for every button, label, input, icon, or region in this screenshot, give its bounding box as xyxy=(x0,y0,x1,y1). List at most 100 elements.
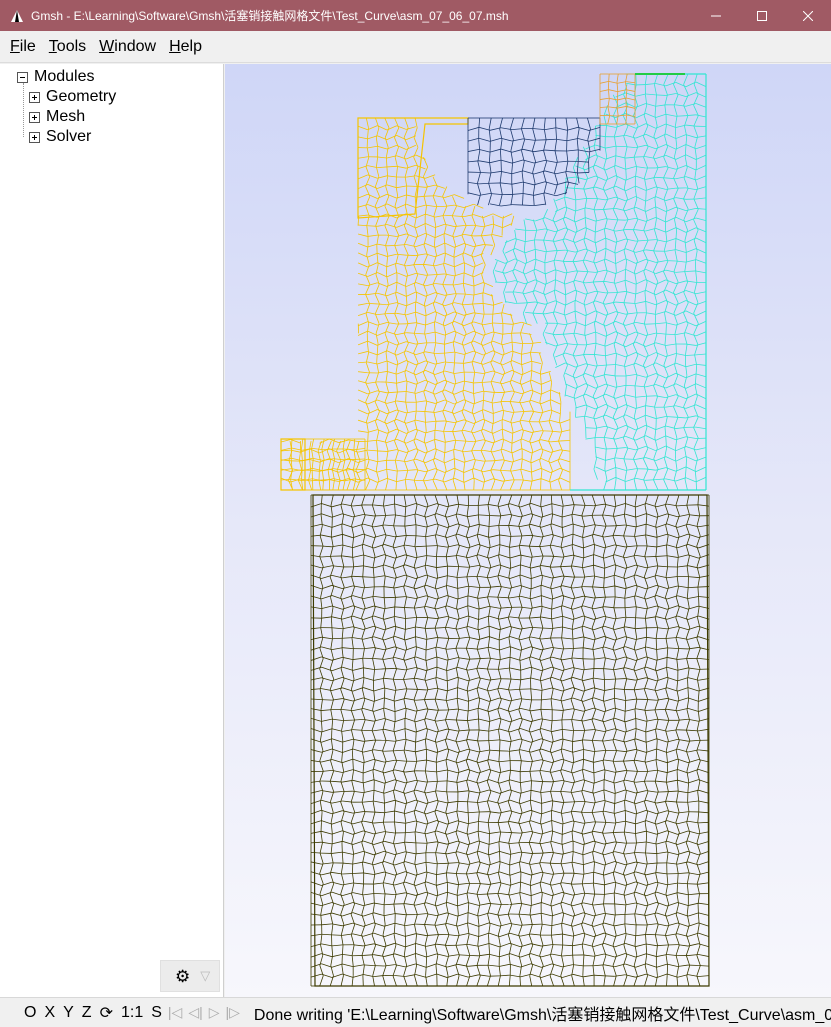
mesh-canvas[interactable] xyxy=(225,64,831,997)
menu-help[interactable]: Help xyxy=(169,36,202,58)
mesh-edge xyxy=(308,480,313,491)
mesh-edge xyxy=(665,238,676,243)
mesh-edge xyxy=(452,196,457,207)
mesh-edge xyxy=(633,458,639,470)
mesh-edge xyxy=(573,188,577,199)
mesh-edge xyxy=(361,719,366,731)
mesh-edge xyxy=(466,658,471,670)
mesh-edge xyxy=(483,303,494,306)
mesh-edge xyxy=(462,284,466,295)
mesh-edge xyxy=(566,126,579,131)
mesh-edge xyxy=(645,396,648,407)
expand-icon[interactable] xyxy=(29,91,40,103)
mesh-edge xyxy=(633,771,638,782)
mesh-edge xyxy=(340,576,345,588)
mesh-edge xyxy=(538,421,544,432)
mesh-edge xyxy=(617,81,627,84)
mesh-edge xyxy=(404,914,407,925)
graphics-viewport[interactable] xyxy=(225,64,831,997)
mesh-edge xyxy=(605,457,616,461)
mesh-edge xyxy=(477,597,480,608)
mesh-edge xyxy=(413,771,418,782)
mesh-edge xyxy=(413,480,418,491)
mesh-edge xyxy=(613,281,618,293)
mesh-edge xyxy=(413,668,418,680)
mesh-edge xyxy=(466,576,470,588)
mesh-edge xyxy=(329,781,335,792)
mesh-edge xyxy=(483,399,494,404)
mesh-edge xyxy=(549,771,554,782)
mesh-edge xyxy=(664,333,667,345)
mesh-edge xyxy=(635,289,646,295)
menu-tools[interactable]: Tools xyxy=(49,36,86,58)
mesh-edge xyxy=(319,546,324,557)
mesh-edge xyxy=(444,934,450,946)
tree-item-geometry[interactable]: Geometry xyxy=(29,87,116,107)
mesh-edge xyxy=(613,437,618,449)
mesh-edge xyxy=(623,535,628,547)
mesh-edge xyxy=(433,352,438,363)
mesh-edge xyxy=(377,313,388,316)
mesh-edge xyxy=(505,301,516,304)
mesh-edge xyxy=(341,556,345,567)
mesh-edge xyxy=(634,385,637,397)
menu-file[interactable]: File xyxy=(10,36,36,58)
expand-icon[interactable] xyxy=(29,131,40,143)
mesh-hole-region xyxy=(467,117,601,207)
mesh-edge xyxy=(492,301,503,306)
mesh-edge xyxy=(663,406,668,418)
expand-icon[interactable] xyxy=(29,111,40,123)
tree-item-mesh[interactable]: Mesh xyxy=(29,107,85,127)
mesh-edge xyxy=(497,576,502,588)
mesh-edge xyxy=(357,125,368,131)
mesh-edge xyxy=(550,638,554,649)
mesh-edge xyxy=(695,271,698,283)
mesh-edge xyxy=(583,504,594,507)
mesh-edge xyxy=(330,494,334,506)
maximize-button[interactable] xyxy=(739,0,785,31)
mesh-edge xyxy=(607,107,611,116)
mesh-edge xyxy=(384,225,390,236)
mesh-edge xyxy=(592,188,598,199)
mesh-edge xyxy=(665,638,669,649)
mesh-edge xyxy=(442,274,447,285)
tree-item-modules[interactable]: Modules xyxy=(17,67,94,87)
mesh-edge xyxy=(539,535,544,547)
mesh-edge xyxy=(683,417,689,428)
mesh-edge xyxy=(354,447,366,451)
close-button[interactable] xyxy=(785,0,831,31)
mesh-edge xyxy=(655,863,658,874)
mesh-edge xyxy=(531,379,542,385)
mesh-edge xyxy=(677,554,689,558)
mesh-edge xyxy=(478,126,491,131)
mesh-edge xyxy=(591,801,596,813)
mesh-edge xyxy=(382,719,386,731)
options-button[interactable]: ⚙ ▽ xyxy=(160,960,220,992)
mesh-edge xyxy=(539,944,544,956)
mesh-edge xyxy=(644,198,647,210)
menu-window[interactable]: Window xyxy=(99,36,156,58)
mesh-edge xyxy=(548,421,554,432)
mesh-edge xyxy=(367,225,378,227)
mesh-edge xyxy=(396,194,407,199)
tree-item-solver[interactable]: Solver xyxy=(29,127,91,147)
mesh-edge xyxy=(488,183,492,195)
mesh-edge xyxy=(645,239,656,241)
mesh-edge xyxy=(422,254,428,265)
mesh-edge xyxy=(489,525,500,527)
mesh-edge xyxy=(352,533,364,539)
mesh-edge xyxy=(361,944,366,956)
mesh-edge xyxy=(676,801,680,813)
mesh-edge xyxy=(473,244,484,247)
mesh-edge xyxy=(351,945,355,956)
minimize-button[interactable] xyxy=(693,0,739,31)
mesh-edge xyxy=(595,258,606,264)
mesh-edge xyxy=(413,176,418,187)
mesh-edge xyxy=(570,494,575,506)
mesh-edge xyxy=(581,576,586,588)
mesh-edge xyxy=(654,914,659,925)
collapse-icon[interactable] xyxy=(17,71,28,83)
mesh-edge xyxy=(613,883,617,894)
mesh-edge xyxy=(406,291,417,297)
mesh-edge xyxy=(655,322,666,325)
